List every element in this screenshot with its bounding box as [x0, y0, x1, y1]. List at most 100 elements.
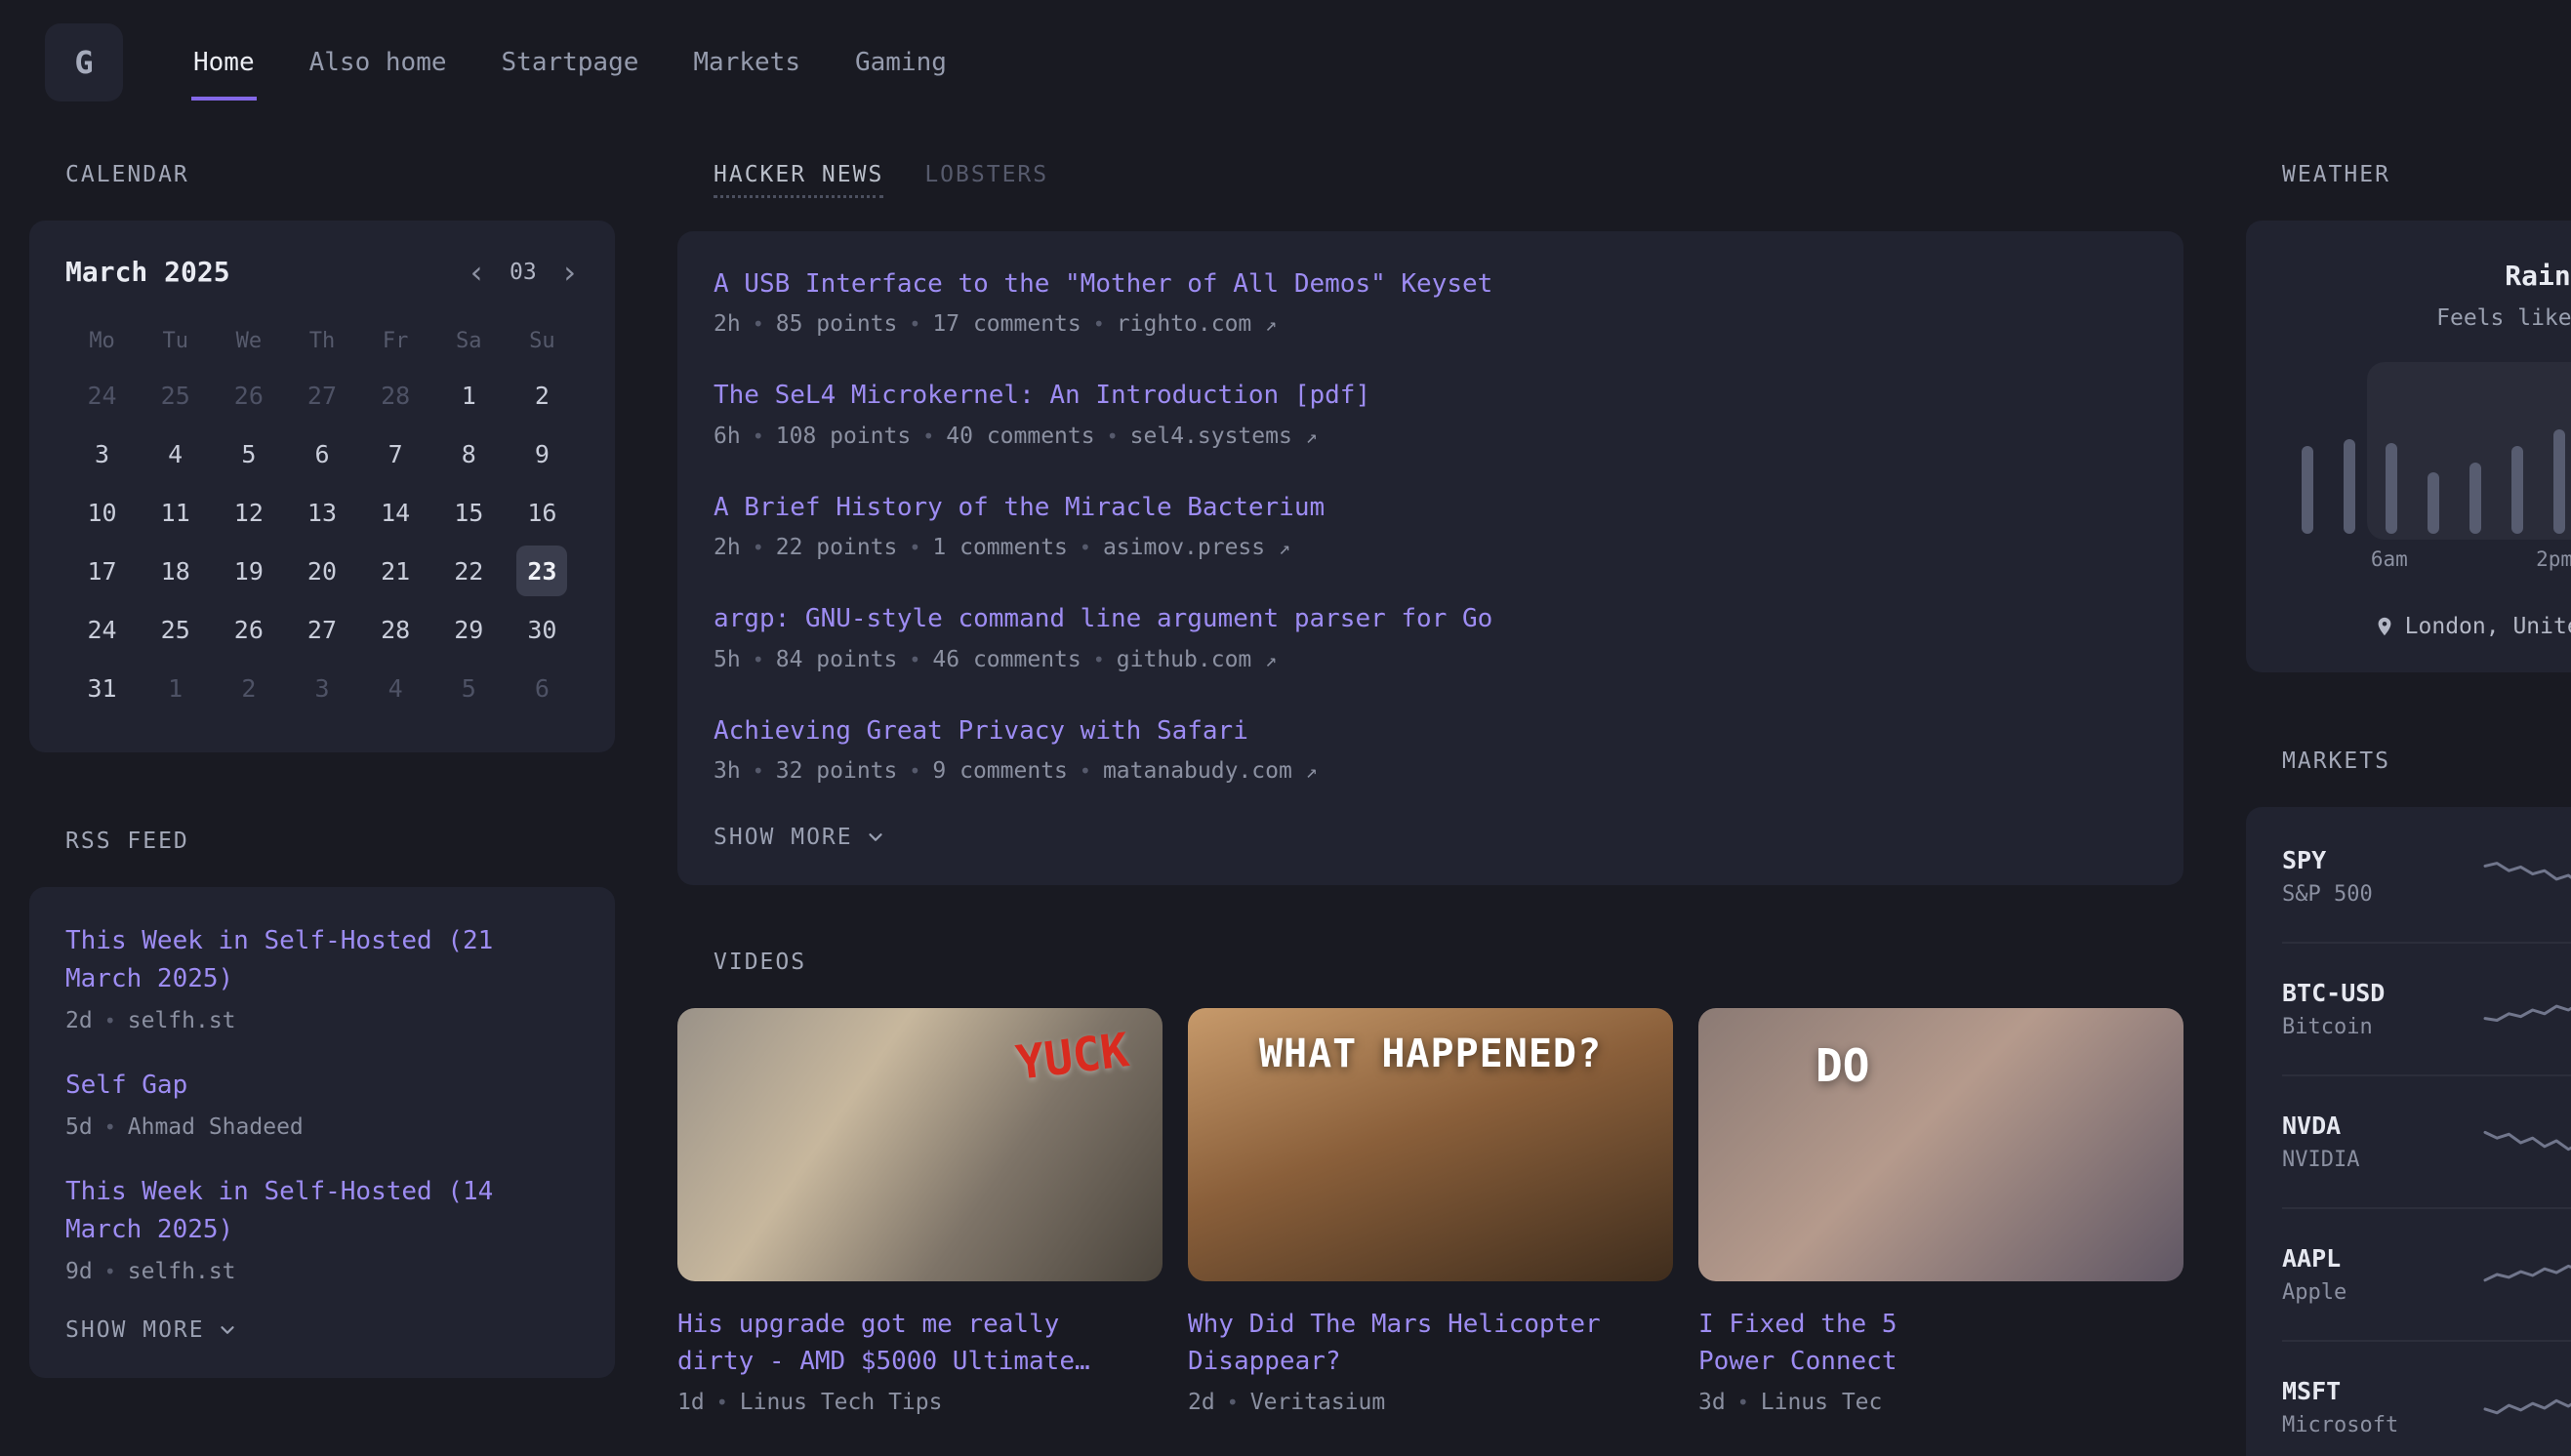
news-title-link[interactable]: Achieving Great Privacy with Safari — [714, 713, 2147, 748]
top-nav: G Home Also home Startpage Markets Gaming — [0, 0, 2571, 101]
calendar-month-number: 03 — [510, 260, 537, 285]
calendar-day: 3 — [65, 425, 139, 483]
weather-widget: WEATHER Rain Feels like 11°C 12° 6am2pm1… — [2246, 162, 2571, 672]
calendar-day: 2 — [506, 366, 579, 425]
calendar-day-number: 21 — [370, 546, 421, 596]
news-source-link[interactable]: righto.com ↗ — [1117, 311, 1277, 337]
news-title-link[interactable]: A USB Interface to the "Mother of All De… — [714, 266, 2147, 302]
rss-show-more-button[interactable]: SHOW MORE — [65, 1317, 238, 1343]
calendar-day: 21 — [359, 542, 432, 600]
market-ticker: MSFT — [2282, 1377, 2482, 1405]
market-labels: NVDANVIDIA — [2282, 1112, 2482, 1172]
news-title-link[interactable]: A Brief History of the Miracle Bacterium — [714, 490, 2147, 525]
news-widget: HACKER NEWS LOBSTERS A USB Interface to t… — [677, 162, 2183, 885]
news-title-link[interactable]: argp: GNU-style command line argument pa… — [714, 601, 2147, 636]
market-row-btc-usd[interactable]: BTC-USDBitcoin+1.39%$84,999.29 — [2282, 942, 2571, 1074]
meta-part: Ahmad Shadeed — [128, 1114, 304, 1140]
market-sparkline — [2482, 982, 2571, 1036]
meta-separator: • — [909, 536, 920, 559]
nav-tab-also-home[interactable]: Also home — [307, 24, 449, 101]
meta-separator: • — [909, 759, 920, 783]
calendar-header: March 2025 ‹ 03 › — [65, 256, 579, 288]
nav-tab-gaming[interactable]: Gaming — [853, 24, 949, 101]
calendar-day-number: 24 — [77, 370, 128, 421]
video-card: YUCK His upgrade got me really dirty - AM… — [677, 1008, 1163, 1415]
market-row-nvda[interactable]: NVDANVIDIA-0.70%$117.70 — [2282, 1074, 2571, 1207]
rss-title-link[interactable]: This Week in Self-Hosted (14 March 2025) — [65, 1173, 579, 1249]
calendar-month-title: March 2025 — [65, 256, 230, 288]
video-title-link[interactable]: I Fixed the 5 Power Connect — [1698, 1307, 2183, 1380]
nav-tabs: Home Also home Startpage Markets Gaming — [191, 24, 949, 101]
calendar-day-number: 28 — [370, 604, 421, 655]
news-source-link[interactable]: sel4.systems ↗ — [1130, 424, 1318, 449]
market-sparkline — [2482, 1114, 2571, 1169]
chevron-left-icon[interactable]: ‹ — [468, 257, 486, 288]
calendar-day-number: 8 — [443, 428, 494, 479]
meta-part: 84 points — [776, 647, 898, 672]
meta-part: 22 points — [776, 535, 898, 560]
market-row-spy[interactable]: SPYS&P 500-0.27%$563.98 — [2282, 811, 2571, 942]
nav-tab-startpage[interactable]: Startpage — [500, 24, 641, 101]
app-logo[interactable]: G — [45, 23, 123, 101]
item-meta: 2h•22 points•1 comments•asimov.press ↗ — [714, 535, 2147, 560]
calendar-day-number: 11 — [150, 487, 201, 538]
rss-title-link[interactable]: This Week in Self-Hosted (21 March 2025) — [65, 922, 579, 998]
calendar-day-number: 6 — [516, 663, 567, 713]
news-source-link[interactable]: matanabudy.com ↗ — [1103, 758, 1318, 784]
video-thumbnail[interactable]: YUCK — [677, 1008, 1163, 1281]
calendar-day-number: 14 — [370, 487, 421, 538]
calendar-day: 29 — [432, 600, 506, 659]
section-title-weather: WEATHER — [2282, 162, 2571, 187]
weather-bar-slot — [2370, 368, 2412, 534]
calendar-day: 30 — [506, 600, 579, 659]
weather-chart: 12° — [2282, 368, 2571, 534]
calendar-day: 28 — [359, 600, 432, 659]
chevron-right-icon[interactable]: › — [560, 257, 579, 288]
meta-separator: • — [753, 648, 764, 671]
rss-title-link[interactable]: Self Gap — [65, 1067, 579, 1105]
feed-tab-hacker-news[interactable]: HACKER NEWS — [714, 162, 883, 198]
rss-item: This Week in Self-Hosted (14 March 2025)… — [65, 1173, 579, 1284]
video-thumbnail[interactable]: WHAT HAPPENED? — [1188, 1008, 1673, 1281]
video-thumbnail[interactable]: DO — [1698, 1008, 2183, 1281]
meta-part: 3d — [1698, 1390, 1726, 1415]
thumbnail-overlay-text: WHAT HAPPENED? — [1188, 1031, 1673, 1076]
chevron-down-icon — [217, 1319, 238, 1341]
item-meta: 6h•108 points•40 comments•sel4.systems ↗ — [714, 424, 2147, 449]
calendar-day-number: 3 — [77, 428, 128, 479]
news-title-link[interactable]: The SeL4 Microkernel: An Introduction [p… — [714, 378, 2147, 413]
market-ticker: SPY — [2282, 846, 2482, 874]
weather-bar-slot — [2454, 368, 2496, 534]
meta-separator: • — [909, 648, 920, 671]
meta-part: 2h — [714, 535, 741, 560]
thumbnail-overlay-text: YUCK — [1013, 1023, 1132, 1091]
news-source-link[interactable]: asimov.press ↗ — [1103, 535, 1290, 560]
calendar-day: 1 — [432, 366, 506, 425]
meta-separator: • — [753, 759, 764, 783]
meta-separator: • — [1107, 425, 1119, 448]
market-sparkline — [2482, 1247, 2571, 1302]
market-row-msft[interactable]: MSFTMicrosoft+1.14%$391.26 — [2282, 1340, 2571, 1456]
market-row-aapl[interactable]: AAPLApple+1.95%$218.27 — [2282, 1207, 2571, 1340]
market-name: Bitcoin — [2282, 1015, 2482, 1039]
video-title-link[interactable]: Why Did The Mars Helicopter Disappear? — [1188, 1307, 1673, 1380]
video-title-link[interactable]: His upgrade got me really dirty - AMD $5… — [677, 1307, 1163, 1380]
news-item: A Brief History of the Miracle Bacterium… — [714, 490, 2147, 560]
news-source-link[interactable]: github.com ↗ — [1117, 647, 1277, 672]
calendar-day: 11 — [139, 483, 212, 542]
calendar-day-number: 27 — [297, 604, 347, 655]
meta-separator: • — [1093, 648, 1105, 671]
nav-tab-markets[interactable]: Markets — [691, 24, 802, 101]
show-more-label: SHOW MORE — [65, 1317, 205, 1343]
item-meta: 2h•85 points•17 comments•righto.com ↗ — [714, 311, 2147, 337]
meta-part: Veritasium — [1250, 1390, 1385, 1415]
calendar-day: 26 — [212, 366, 285, 425]
feed-tab-lobsters[interactable]: LOBSTERS — [924, 162, 1048, 198]
nav-tab-home[interactable]: Home — [191, 24, 257, 101]
meta-part: 6h — [714, 424, 741, 449]
meta-separator: • — [909, 312, 920, 336]
news-show-more-button[interactable]: SHOW MORE — [714, 825, 886, 850]
weather-bar — [2469, 463, 2481, 534]
weather-feels-like: Feels like 11°C — [2282, 305, 2571, 331]
calendar-day: 24 — [65, 600, 139, 659]
